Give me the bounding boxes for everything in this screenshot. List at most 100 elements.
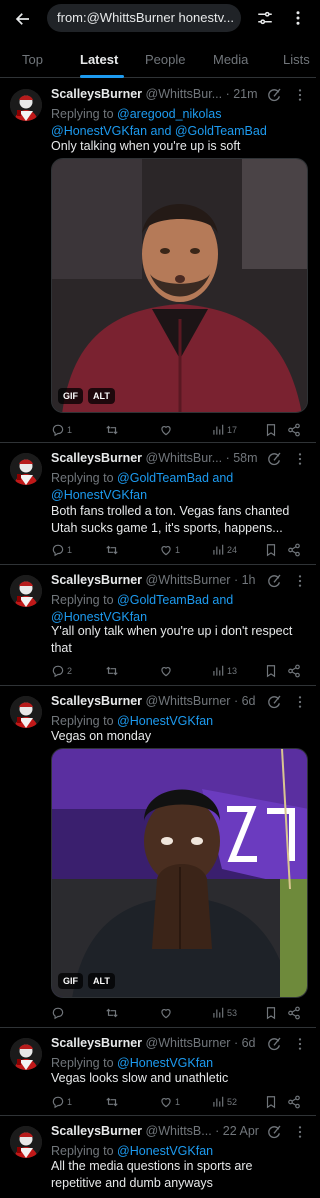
mention-link[interactable]: @HonestVGKfan: [117, 1056, 213, 1070]
mention-link[interactable]: @HonestVGKfan and @GoldTeamBad: [51, 124, 267, 138]
tweet[interactable]: ScalleysBurner @WhittsBur... · 21m Reply…: [0, 79, 316, 443]
tweet[interactable]: ScalleysBurner @WhittsBur... · 58m Reply…: [0, 443, 316, 565]
like-button[interactable]: [159, 422, 175, 438]
repost-button[interactable]: [105, 663, 121, 679]
author-handle[interactable]: @WhittsBurner: [146, 573, 231, 587]
reply-button[interactable]: 1: [51, 1094, 72, 1110]
more-icon[interactable]: [294, 1124, 306, 1140]
author-handle[interactable]: @WhittsBur...: [146, 87, 223, 101]
tweet-media[interactable]: GIF ALT: [51, 158, 308, 413]
avatar[interactable]: [10, 575, 42, 607]
author-name[interactable]: ScalleysBurner: [51, 573, 142, 587]
more-icon[interactable]: [294, 573, 306, 589]
author-handle[interactable]: @WhittsBurner: [146, 694, 231, 708]
tab-latest[interactable]: Latest: [80, 52, 118, 67]
mention-link[interactable]: @HonestVGKfan: [117, 714, 213, 728]
repost-button[interactable]: [105, 542, 121, 558]
grok-icon[interactable]: [266, 573, 282, 589]
tab-media[interactable]: Media: [213, 52, 248, 67]
tweet-media[interactable]: GIF ALT: [51, 748, 308, 998]
more-icon[interactable]: [294, 87, 306, 103]
share-button[interactable]: [287, 422, 301, 438]
view-count: 13: [227, 666, 238, 676]
reply-button[interactable]: [51, 1005, 67, 1021]
grok-icon[interactable]: [266, 87, 282, 103]
avatar[interactable]: [10, 696, 42, 728]
mention-link[interactable]: @HonestVGKfan: [117, 1144, 213, 1158]
more-icon[interactable]: [294, 1036, 306, 1052]
avatar[interactable]: [10, 453, 42, 485]
like-button[interactable]: 1: [159, 1094, 180, 1110]
share-icon: [287, 543, 301, 557]
views-button[interactable]: 24: [211, 542, 237, 558]
tweet-text-line: All the media questions in sports are: [51, 1159, 253, 1173]
tweet-text: Vegas looks slow and unathletic: [51, 1071, 229, 1085]
author-name[interactable]: ScalleysBurner: [51, 451, 142, 465]
reply-icon: [51, 1095, 65, 1109]
mention-link[interactable]: @HonestVGKfan: [51, 488, 147, 502]
tweet-time: · 6d: [233, 694, 256, 708]
repost-button[interactable]: [105, 1094, 121, 1110]
more-icon[interactable]: [294, 694, 306, 710]
author-name[interactable]: ScalleysBurner: [51, 1124, 142, 1138]
bookmark-button[interactable]: [264, 1094, 278, 1110]
author-name[interactable]: ScalleysBurner: [51, 694, 142, 708]
mention-link[interactable]: @HonestVGKfan: [51, 610, 147, 624]
back-button[interactable]: [10, 6, 36, 32]
reply-button[interactable]: 1: [51, 542, 72, 558]
tweet-actions: 1 1 52: [51, 1094, 306, 1110]
overflow-menu-button[interactable]: [286, 5, 310, 31]
author-handle[interactable]: @WhittsB...: [146, 1124, 212, 1138]
alt-badge[interactable]: ALT: [88, 388, 115, 404]
more-icon[interactable]: [294, 451, 306, 467]
share-button[interactable]: [287, 542, 301, 558]
mention-link[interactable]: @GoldTeamBad and: [117, 593, 233, 607]
repost-button[interactable]: [105, 1005, 121, 1021]
grok-icon[interactable]: [266, 694, 282, 710]
author-name[interactable]: ScalleysBurner: [51, 87, 142, 101]
author-handle[interactable]: @WhittsBur...: [146, 451, 223, 465]
avatar[interactable]: [10, 89, 42, 121]
reply-icon: [51, 1006, 65, 1020]
author-name[interactable]: ScalleysBurner: [51, 1036, 142, 1050]
mention-link[interactable]: @GoldTeamBad and: [117, 471, 233, 485]
tweet-text-line: Both fans trolled a ton. Vegas fans chan…: [51, 504, 290, 518]
grok-icon[interactable]: [266, 451, 282, 467]
repost-button[interactable]: [105, 422, 121, 438]
reply-button[interactable]: 2: [51, 663, 72, 679]
bookmark-button[interactable]: [264, 542, 278, 558]
tweet[interactable]: ScalleysBurner @WhittsBurner · 6d Replyi…: [0, 686, 316, 1028]
filter-button[interactable]: [252, 5, 278, 31]
views-button[interactable]: 52: [211, 1094, 237, 1110]
tab-top[interactable]: Top: [22, 52, 43, 67]
views-button[interactable]: 13: [211, 663, 237, 679]
author-handle[interactable]: @WhittsBurner: [146, 1036, 231, 1050]
mention-link[interactable]: @aregood_nikolas: [117, 107, 221, 121]
bookmark-button[interactable]: [264, 1005, 278, 1021]
grok-icon[interactable]: [266, 1124, 282, 1140]
alt-badge[interactable]: ALT: [88, 973, 115, 989]
avatar[interactable]: [10, 1038, 42, 1070]
tab-people[interactable]: People: [145, 52, 185, 67]
views-button[interactable]: 53: [211, 1005, 237, 1021]
share-button[interactable]: [287, 1094, 301, 1110]
search-input[interactable]: from:@WhittsBurner honestv...: [47, 4, 241, 32]
share-button[interactable]: [287, 663, 301, 679]
tweet[interactable]: ScalleysBurner @WhittsB... · 22 Apr Repl…: [0, 1116, 316, 1198]
like-button[interactable]: [159, 1005, 175, 1021]
share-button[interactable]: [287, 1005, 301, 1021]
grok-icon[interactable]: [266, 1036, 282, 1052]
tab-lists[interactable]: Lists: [283, 52, 310, 67]
bookmark-button[interactable]: [264, 422, 278, 438]
bookmark-button[interactable]: [264, 663, 278, 679]
tweet[interactable]: ScalleysBurner @WhittsBurner · 6d Replyi…: [0, 1028, 316, 1116]
avatar[interactable]: [10, 1126, 42, 1158]
like-button[interactable]: 1: [159, 542, 180, 558]
like-button[interactable]: [159, 663, 175, 679]
reply-button[interactable]: 1: [51, 422, 72, 438]
tweet-time: · 21m: [225, 87, 258, 101]
bookmark-icon: [264, 423, 278, 437]
tweet[interactable]: ScalleysBurner @WhittsBurner · 1h Replyi…: [0, 565, 316, 686]
views-button[interactable]: 17: [211, 422, 237, 438]
gif-image: [52, 749, 307, 997]
